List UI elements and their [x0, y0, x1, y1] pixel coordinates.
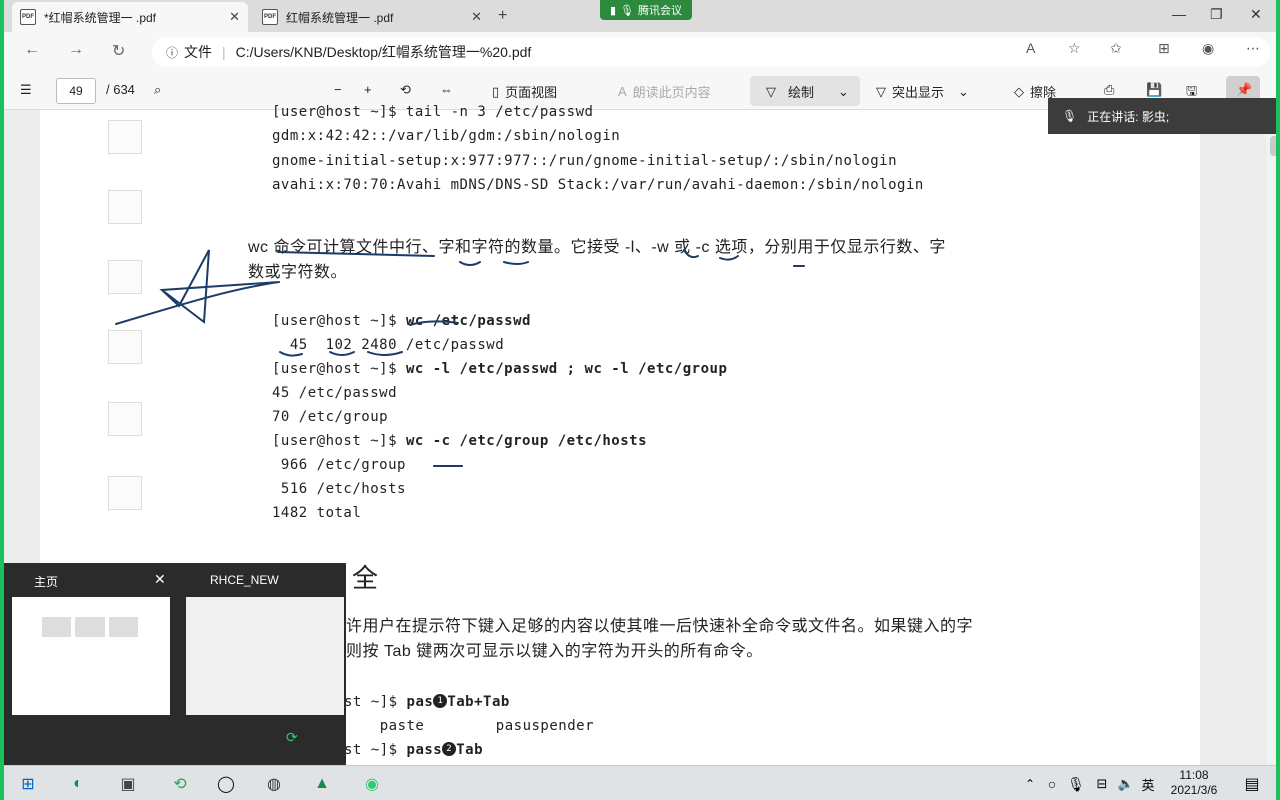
- eraser-icon: ◇: [1014, 83, 1024, 99]
- window-thumbnail[interactable]: [12, 597, 170, 715]
- draw-icon: ▽: [766, 83, 776, 99]
- star-drawing: [115, 249, 280, 325]
- profile-icon[interactable]: ◉: [1202, 40, 1214, 57]
- tab-label: *红帽系统管理一 .pdf: [44, 10, 157, 25]
- fit-page-icon[interactable]: ⇔: [440, 82, 453, 97]
- highlight-icon: ▽: [876, 83, 886, 99]
- ime-indicator[interactable]: 英: [1136, 772, 1160, 796]
- favorites-icon[interactable]: ☆: [1068, 40, 1081, 57]
- close-icon[interactable]: ✕: [154, 571, 166, 588]
- speaking-notice: 🎙 正在讲话: 影虫;: [1048, 98, 1276, 134]
- read-aloud-icon: A: [618, 84, 627, 99]
- mic-icon[interactable]: 🎙: [1064, 772, 1088, 796]
- tab-pdf[interactable]: PDF 红帽系统管理一 .pdf ✕: [254, 2, 490, 32]
- chevron-up-icon[interactable]: ⌃: [1018, 772, 1042, 796]
- notification-icon[interactable]: ▤: [1240, 772, 1264, 796]
- search-icon[interactable]: ⌕: [154, 82, 161, 98]
- task-switcher: 主页 ✕ RHCE_NEW ⟳: [4, 563, 346, 765]
- underline: [277, 251, 435, 257]
- rotate-icon[interactable]: ⟲: [400, 82, 411, 98]
- pdf-icon: PDF: [262, 9, 278, 25]
- url-input[interactable]: ⓘ 文件 | C:/Users/KNB/Desktop/红帽系统管理一%20.p…: [152, 37, 1270, 67]
- close-icon[interactable]: ✕: [229, 9, 240, 25]
- volume-icon[interactable]: 🔈: [1114, 772, 1138, 796]
- more-icon[interactable]: ⋯: [1246, 40, 1260, 57]
- print-icon[interactable]: ⎙: [1104, 82, 1114, 98]
- star-icon[interactable]: ✩: [1110, 40, 1122, 57]
- tab-label: 红帽系统管理一 .pdf: [286, 10, 394, 25]
- contents-icon[interactable]: ☰: [20, 82, 32, 98]
- save-icon[interactable]: 💾: [1146, 82, 1162, 98]
- mic-icon: 🎙: [620, 4, 635, 17]
- circle-icon[interactable]: ○: [1040, 772, 1064, 796]
- read-aloud-label: 朗读此页内容: [632, 85, 711, 100]
- store-icon[interactable]: ▣: [116, 772, 140, 796]
- windows-start-icon[interactable]: ⊞: [16, 772, 40, 796]
- url-text: C:/Users/KNB/Desktop/红帽系统管理一%20.pdf: [235, 44, 532, 60]
- read-aloud-icon[interactable]: A: [1026, 40, 1035, 56]
- underline: [719, 255, 739, 261]
- clock-time: 11:08: [1179, 768, 1209, 782]
- forward-icon[interactable]: →: [68, 41, 84, 59]
- clock-date: 2021/3/6: [1170, 783, 1218, 797]
- page-view-button[interactable]: ▯ 页面视图: [492, 82, 557, 101]
- underline: [367, 351, 403, 356]
- zoom-out-icon[interactable]: −: [334, 82, 342, 97]
- edge-icon[interactable]: ◐: [66, 772, 90, 796]
- meeting-indicator[interactable]: ▮ 🎙 腾讯会议: [600, 0, 692, 20]
- circle-app-icon[interactable]: ◯: [214, 772, 238, 796]
- collections-icon[interactable]: ⊞: [1158, 40, 1170, 57]
- underline: [683, 249, 699, 259]
- close-window-icon[interactable]: ✕: [1250, 6, 1262, 23]
- app-icon[interactable]: ◍: [262, 772, 286, 796]
- network-icon[interactable]: ⊟: [1090, 772, 1114, 796]
- restore-icon[interactable]: ❐: [1210, 6, 1223, 23]
- mic-icon: 🎙: [1062, 109, 1078, 123]
- new-tab-icon[interactable]: +: [498, 7, 507, 25]
- draw-button-content[interactable]: ▽ 绘制 ⌄: [766, 82, 849, 101]
- close-icon[interactable]: ✕: [471, 9, 482, 25]
- refresh-icon[interactable]: ↻: [112, 41, 125, 61]
- page-number-input[interactable]: 49: [56, 78, 96, 104]
- highlight-button[interactable]: ▽ 突出显示 ⌄: [876, 82, 969, 101]
- tab-active-pdf[interactable]: PDF *红帽系统管理一 .pdf ✕: [12, 2, 248, 32]
- scrollbar[interactable]: [1266, 110, 1276, 765]
- signal-icon: ▮: [609, 4, 617, 17]
- screen: PDF *红帽系统管理一 .pdf ✕ PDF 红帽系统管理一 .pdf ✕ +…: [0, 0, 1280, 800]
- read-aloud-button[interactable]: A 朗读此页内容: [618, 82, 711, 101]
- browser-tab-bar: PDF *红帽系统管理一 .pdf ✕ PDF 红帽系统管理一 .pdf ✕ +…: [4, 0, 1276, 32]
- underline: [409, 320, 459, 326]
- switcher-tab-label[interactable]: 主页: [34, 573, 58, 590]
- underline: [459, 261, 481, 266]
- draw-label: 绘制: [788, 85, 815, 100]
- chevron-down-icon[interactable]: ⌄: [958, 84, 969, 100]
- meeting-app-icon[interactable]: ▲: [310, 772, 334, 796]
- app-icon[interactable]: ⟲: [168, 772, 192, 796]
- underline: [503, 261, 529, 265]
- zoom-in-icon[interactable]: +: [364, 82, 372, 97]
- meeting-label: 腾讯会议: [638, 5, 683, 17]
- page-view-icon: ▯: [492, 83, 500, 99]
- switcher-tab-label[interactable]: RHCE_NEW: [210, 573, 279, 587]
- highlight-label: 突出显示: [892, 85, 945, 100]
- clock[interactable]: 11:08 2021/3/6: [1164, 768, 1224, 798]
- loading-icon: ⟳: [286, 729, 298, 745]
- minimize-icon[interactable]: —: [1172, 6, 1186, 22]
- page-view-label: 页面视图: [505, 85, 558, 100]
- taskbar: ⊞ ◐ ▣ ⟲ ◯ ◍ ▲ ◉ ⌃ ○ 🎙 ⊟ 🔈 英 11:08 2021/3…: [4, 765, 1276, 800]
- file-label: 文件: [184, 44, 213, 60]
- pin-icon: 📌: [1236, 82, 1253, 97]
- speaking-text: 正在讲话: 影虫;: [1087, 109, 1170, 124]
- back-icon[interactable]: ←: [24, 41, 40, 59]
- scrollbar-thumb[interactable]: [1270, 136, 1276, 156]
- app-icon[interactable]: ◉: [360, 772, 384, 796]
- underline: [329, 351, 355, 356]
- pdf-icon: PDF: [20, 9, 36, 25]
- address-bar: ← → ↻ ⓘ 文件 | C:/Users/KNB/Desktop/红帽系统管理…: [4, 32, 1276, 72]
- chevron-down-icon[interactable]: ⌄: [838, 84, 849, 100]
- page-total: / 634: [106, 82, 135, 97]
- info-icon: ⓘ: [166, 45, 179, 60]
- window-thumbnail[interactable]: [186, 597, 344, 715]
- underline: [279, 351, 303, 357]
